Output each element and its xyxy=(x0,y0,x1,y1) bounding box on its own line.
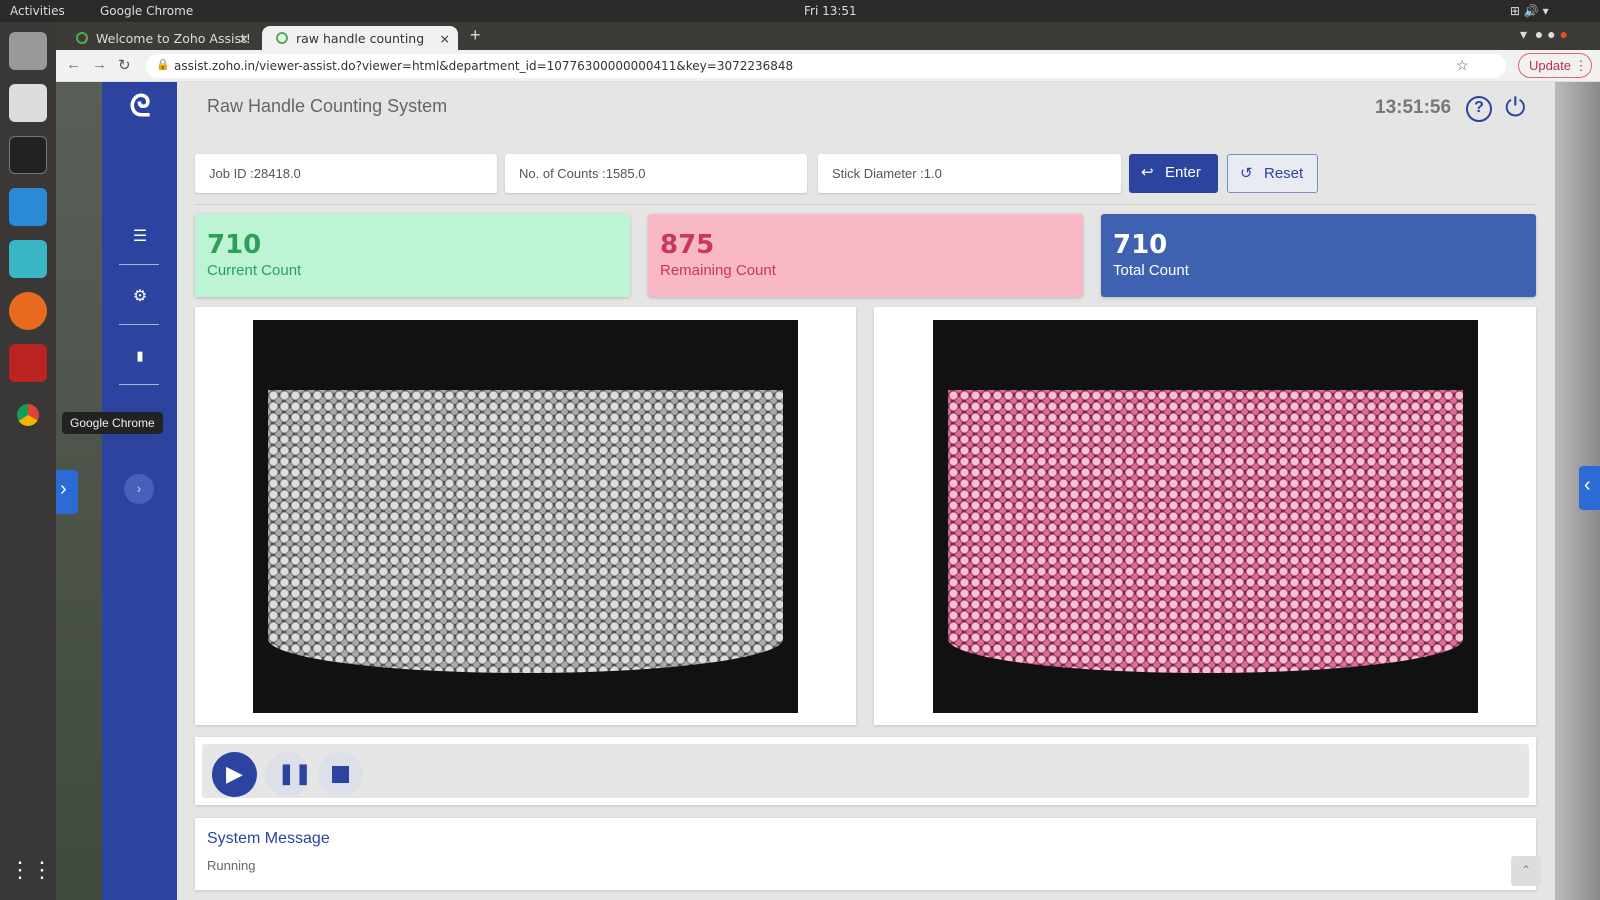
back-icon[interactable]: ← xyxy=(66,56,81,73)
handles-image xyxy=(268,390,783,673)
tab-label: raw handle counting xyxy=(296,31,425,46)
raw-camera-image xyxy=(253,320,798,713)
remaining-count-card: 875 Remaining Count xyxy=(648,214,1083,297)
divider xyxy=(119,384,159,385)
remaining-count-value: 875 xyxy=(660,230,715,260)
system-tray-icons[interactable]: ⊞ 🔊 ▾ xyxy=(1510,4,1549,18)
app-sidebar: ᘓ ☰ ⚙ ▮ › xyxy=(102,82,177,900)
document-icon[interactable]: ▮ xyxy=(129,348,151,364)
reload-icon[interactable]: ↻ xyxy=(118,56,131,74)
clock-display: 13:51:56 xyxy=(1375,97,1452,118)
current-count-value: 710 xyxy=(207,230,262,260)
os-top-bar: Activities Google Chrome Fri 13:51 ⊞ 🔊 ▾ xyxy=(0,0,1600,22)
reset-button[interactable]: ↺ Reset xyxy=(1227,154,1318,193)
current-count-label: Current Count xyxy=(207,262,302,279)
enter-label: Enter xyxy=(1165,164,1201,181)
current-count-card: 710 Current Count xyxy=(195,214,630,297)
reset-label: Reset xyxy=(1264,165,1304,182)
reset-icon: ↺ xyxy=(1240,165,1253,182)
app-icon[interactable] xyxy=(9,344,47,382)
power-icon[interactable]: ⏻ xyxy=(1505,94,1526,120)
text-editor-icon[interactable] xyxy=(9,84,47,122)
enter-button[interactable]: ↩ Enter xyxy=(1129,154,1218,193)
total-count-value: 710 xyxy=(1113,230,1168,260)
playback-controls: ▶ ❚❚ xyxy=(195,737,1536,805)
firefox-icon[interactable] xyxy=(9,292,47,330)
forward-icon[interactable]: → xyxy=(92,56,107,73)
collapse-panel-button[interactable]: ‹ xyxy=(1579,466,1600,510)
zoho-favicon-icon xyxy=(276,32,288,44)
files-icon[interactable] xyxy=(9,32,47,70)
system-message-panel: System Message Running ⌃ xyxy=(195,818,1541,890)
system-message-text: Running xyxy=(207,858,256,873)
tab-welcome[interactable]: Welcome to Zoho Assist! × xyxy=(62,26,257,50)
play-button[interactable]: ▶ xyxy=(212,752,257,797)
os-clock[interactable]: Fri 13:51 xyxy=(804,4,857,18)
gears-icon[interactable]: ⚙ xyxy=(129,286,151,306)
total-count-card: 710 Total Count xyxy=(1101,214,1536,297)
url-text: assist.zoho.in/viewer-assist.do?viewer=h… xyxy=(174,59,794,73)
dock: ⋮⋮ xyxy=(0,22,56,900)
app-logo-icon: ᘓ xyxy=(129,90,151,123)
close-tab-icon[interactable]: × xyxy=(239,31,249,46)
system-message-title: System Message xyxy=(207,830,330,847)
divider xyxy=(195,204,1536,205)
job-id-field[interactable]: Job ID :28418.0 xyxy=(195,154,497,193)
expand-panel-button[interactable]: › xyxy=(56,470,78,514)
enter-icon: ↩ xyxy=(1141,164,1154,181)
activities-button[interactable]: Activities xyxy=(10,4,65,18)
tab-strip: Welcome to Zoho Assist! × raw handle coun… xyxy=(56,22,1600,50)
update-label: Update xyxy=(1529,58,1571,73)
divider xyxy=(119,264,159,265)
right-edge: ‹ xyxy=(1555,82,1600,900)
tab-raw-handle-counting[interactable]: raw handle counting × xyxy=(262,26,458,50)
url-input[interactable]: 🔒 assist.zoho.in/viewer-assist.do?viewer=… xyxy=(146,54,1506,78)
tab-label: Welcome to Zoho Assist! xyxy=(96,31,251,46)
window-controls[interactable]: ▾ ● ● ● xyxy=(1520,26,1568,43)
app-menu[interactable]: Google Chrome xyxy=(100,4,193,18)
desktop-wallpaper: › xyxy=(56,82,102,900)
vscode-icon[interactable] xyxy=(9,188,47,226)
chrome-icon[interactable] xyxy=(9,396,47,434)
dock-tooltip: Google Chrome xyxy=(62,412,163,434)
app-grid-icon[interactable]: ⋮⋮ xyxy=(9,857,53,895)
close-tab-icon[interactable]: × xyxy=(440,31,450,46)
new-tab-button[interactable]: + xyxy=(470,25,481,46)
page-title: Raw Handle Counting System xyxy=(207,96,448,116)
total-count-label: Total Count xyxy=(1113,262,1189,279)
settings-sliders-icon[interactable]: ☰ xyxy=(129,226,151,246)
zoho-favicon-icon xyxy=(76,32,88,44)
sidebar-expand-button[interactable]: › xyxy=(124,474,154,504)
divider xyxy=(119,324,159,325)
raw-camera-panel xyxy=(195,307,856,725)
lock-icon: 🔒 xyxy=(156,58,170,71)
app-icon[interactable] xyxy=(9,240,47,278)
detection-image xyxy=(933,320,1478,713)
address-bar-row: ← → ↻ 🔒 assist.zoho.in/viewer-assist.do?v… xyxy=(56,50,1600,82)
remaining-count-label: Remaining Count xyxy=(660,262,776,279)
terminal-icon[interactable] xyxy=(9,136,47,174)
pause-button[interactable]: ❚❚ xyxy=(265,752,312,797)
bookmark-star-icon[interactable]: ☆ xyxy=(1456,57,1469,74)
stick-diameter-field[interactable]: Stick Diameter :1.0 xyxy=(818,154,1121,193)
counts-field[interactable]: No. of Counts :1585.0 xyxy=(505,154,807,193)
stop-button[interactable] xyxy=(318,752,363,797)
update-button[interactable]: Update ⋮ xyxy=(1518,53,1592,78)
scroll-top-button[interactable]: ⌃ xyxy=(1511,856,1541,886)
detection-panel xyxy=(874,307,1536,725)
stop-icon xyxy=(332,766,349,783)
detected-handles-image xyxy=(948,390,1463,673)
help-icon[interactable]: ? xyxy=(1466,96,1492,122)
